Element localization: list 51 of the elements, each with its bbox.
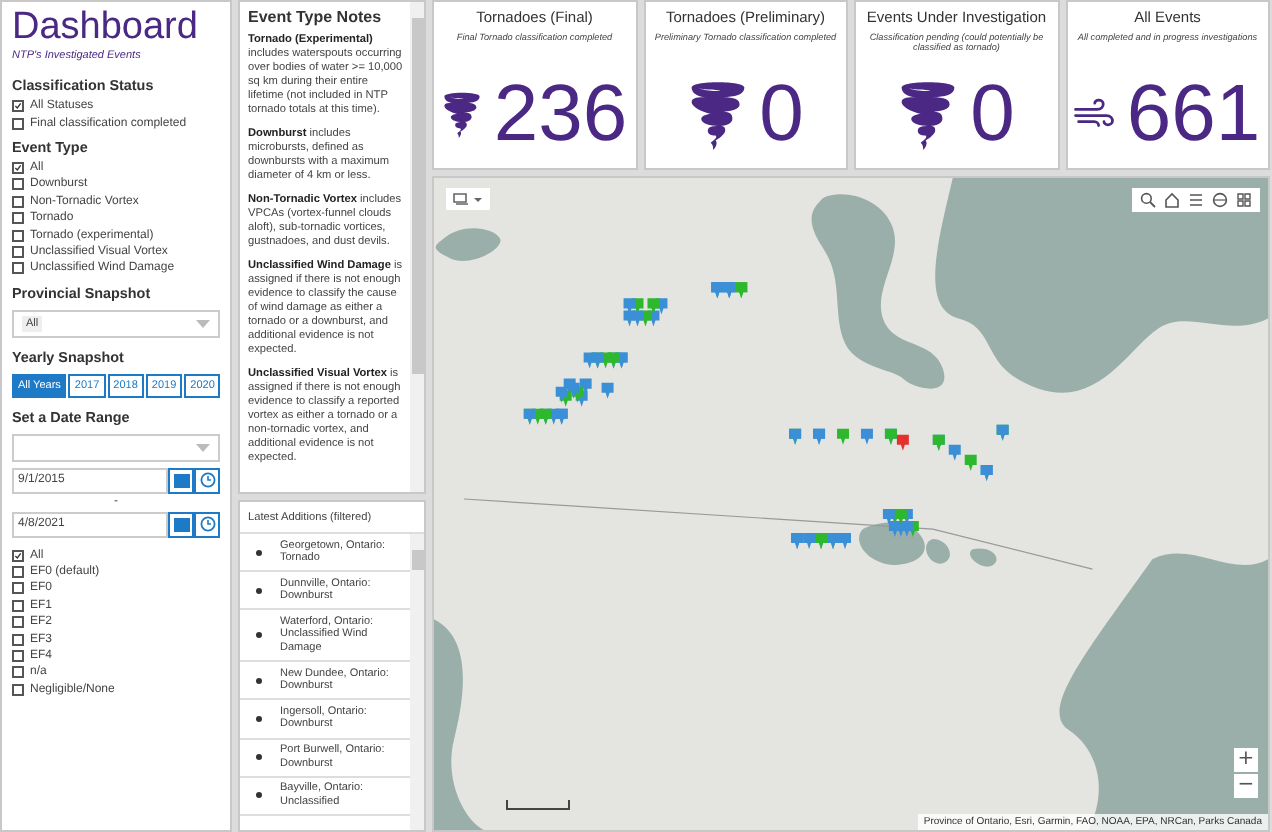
clock-button[interactable] (194, 511, 220, 538)
stat-value: 661 (1126, 70, 1261, 158)
stat-value: 236 (493, 70, 628, 158)
checkbox[interactable] (12, 245, 24, 258)
checkbox[interactable] (12, 666, 24, 679)
bullet-icon (256, 715, 262, 722)
checkbox[interactable] (12, 161, 24, 174)
bullet-icon (256, 792, 262, 799)
checkbox[interactable] (12, 633, 24, 646)
caret-icon (196, 443, 210, 452)
checkbox[interactable] (12, 195, 24, 208)
zoom-in-button[interactable]: + (1234, 748, 1258, 772)
list-icon[interactable] (1188, 192, 1204, 208)
checkbox[interactable] (12, 100, 24, 113)
dashboard-title: Dashboard (12, 6, 200, 50)
tornado-icon (441, 90, 482, 138)
checkbox[interactable] (12, 549, 24, 562)
checkbox[interactable] (12, 566, 24, 579)
home-icon[interactable] (1164, 192, 1180, 208)
checkbox[interactable] (12, 683, 24, 696)
layers-button[interactable] (446, 188, 490, 210)
scale-bar (506, 800, 570, 810)
checkbox[interactable] (12, 117, 24, 130)
stat-value: 0 (970, 70, 1015, 158)
bullet-icon (256, 632, 262, 639)
calendar-button[interactable] (168, 511, 194, 538)
checkbox[interactable] (12, 650, 24, 663)
checkbox[interactable] (12, 599, 24, 612)
clock-button[interactable] (194, 467, 220, 494)
caret-icon (196, 319, 210, 328)
checkbox[interactable] (12, 582, 24, 595)
checkbox[interactable] (12, 212, 24, 225)
bullet-icon (256, 677, 262, 684)
tornado-icon (687, 78, 748, 150)
checkbox[interactable] (12, 262, 24, 275)
checkbox[interactable] (12, 616, 24, 629)
scrollbar[interactable] (410, 534, 424, 830)
bullet-icon (256, 549, 262, 556)
checkbox[interactable] (12, 229, 24, 242)
tornado-icon (898, 78, 959, 150)
bullet-icon (256, 587, 262, 594)
calendar-button[interactable] (168, 467, 194, 494)
globe-icon[interactable] (1212, 192, 1228, 208)
grid-icon[interactable] (1236, 192, 1252, 208)
bullet-icon (256, 754, 262, 761)
stat-value: 0 (759, 70, 804, 158)
notes-heading: Event Type Notes (248, 8, 384, 26)
zoom-out-button[interactable]: − (1234, 774, 1258, 798)
scrollbar[interactable] (410, 2, 424, 492)
checkbox[interactable] (12, 178, 24, 191)
search-icon[interactable] (1140, 192, 1156, 208)
